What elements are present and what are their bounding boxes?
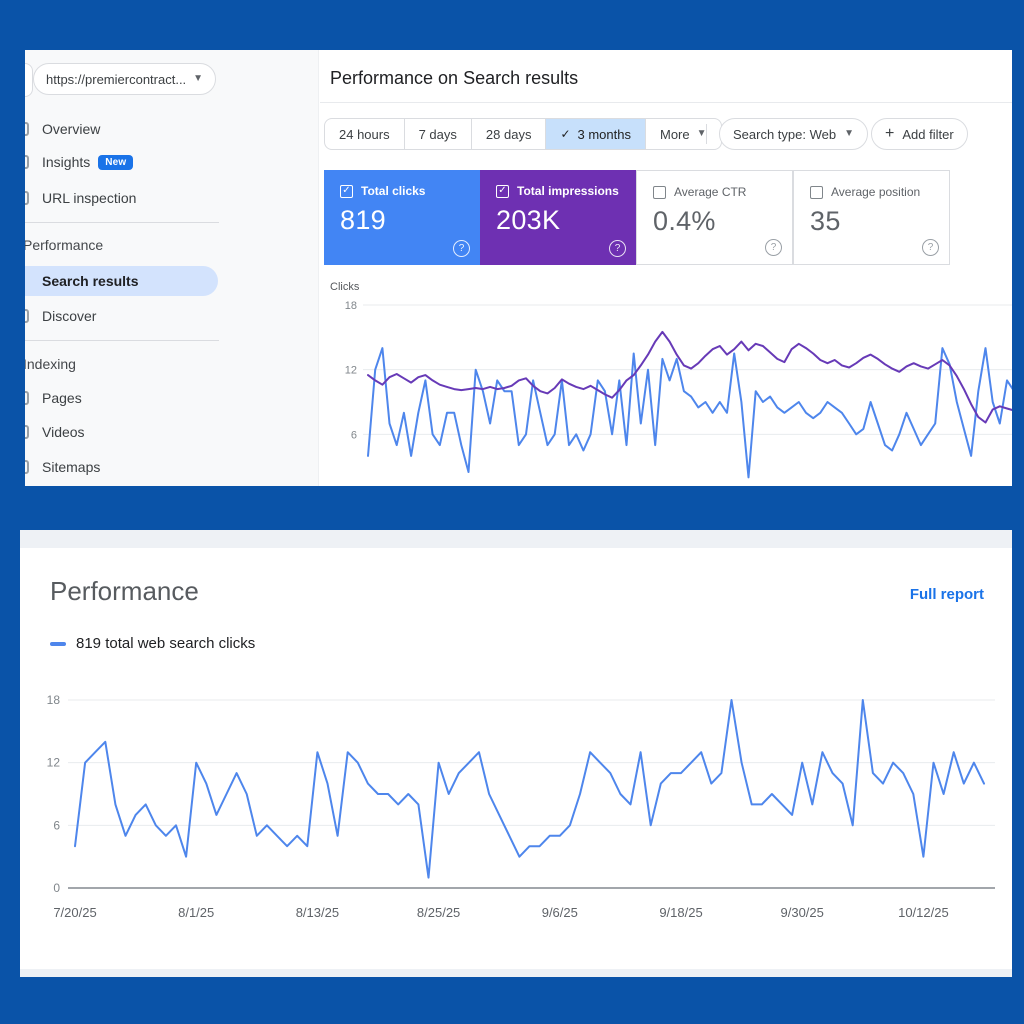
url-inspection-icon (25, 191, 29, 205)
sidebar-item-label: Insights (42, 154, 91, 170)
screenshot-collage: { "colors": { "frame_bg": "#0a53a8", "cl… (0, 0, 1024, 1024)
date-range-segmented-control: 24 hours 7 days 28 days ✓ 3 months More … (324, 118, 722, 150)
checked-checkbox[interactable]: ✓ (340, 184, 353, 198)
range-3-months-button[interactable]: ✓ 3 months (545, 119, 645, 149)
unchecked-checkbox[interactable] (810, 185, 823, 199)
svg-text:9/6/25: 9/6/25 (542, 905, 578, 920)
window-edge-strip (20, 530, 1012, 548)
chevron-down-icon: ▼ (844, 128, 854, 139)
svg-text:8/13/25: 8/13/25 (296, 905, 339, 920)
chart-legend: 819 total web search clicks (50, 635, 255, 652)
performance-summary-window: Performance Full report 819 total web se… (20, 530, 1012, 977)
sidebar-item-search-results[interactable]: Search results (25, 266, 218, 296)
sidebar-item-overview[interactable]: Overview (25, 118, 302, 140)
help-icon[interactable]: ? (765, 239, 782, 256)
sidebar-item-label: Videos (42, 424, 85, 440)
sidebar-item-discover[interactable]: Discover (25, 305, 302, 327)
svg-text:0: 0 (53, 881, 60, 895)
average-position-card[interactable]: Average position 35 ? (793, 170, 950, 265)
svg-text:9/30/25: 9/30/25 (781, 905, 824, 920)
pages-icon (25, 391, 29, 405)
range-28-days-button[interactable]: 28 days (470, 119, 546, 149)
sidebar-item-pages[interactable]: Pages (25, 387, 302, 409)
sidebar-section-indexing: Indexing (25, 356, 76, 372)
add-filter-label: Add filter (902, 126, 954, 142)
card-value: 0.4% (653, 206, 716, 236)
sidebar-item-label: Search results (42, 273, 139, 289)
filter-divider (706, 124, 707, 144)
range-7-days-button[interactable]: 7 days (403, 119, 471, 149)
sidebar-item-label: Sitemaps (42, 459, 101, 475)
sidebar-item-sitemaps[interactable]: Sitemaps (25, 456, 302, 478)
full-report-link[interactable]: Full report (910, 586, 984, 603)
sidebar-divider (25, 340, 219, 341)
card-label: Average CTR (674, 185, 747, 199)
legend-label: 819 total web search clicks (76, 635, 256, 652)
svg-text:18: 18 (47, 693, 61, 707)
main-content: Performance on Search results 24 hours 7… (319, 50, 1012, 486)
property-selector-label: https://premiercontract... (46, 71, 187, 87)
overview-icon (25, 122, 29, 136)
checked-checkbox[interactable]: ✓ (496, 184, 509, 198)
search-type-label: Search type: Web (733, 126, 837, 142)
card-label: Average position (831, 185, 921, 199)
plus-icon: + (885, 125, 895, 142)
card-value: 203K (496, 205, 561, 235)
svg-text:8/25/25: 8/25/25 (417, 905, 460, 920)
new-badge: New (98, 154, 134, 170)
more-ranges-button[interactable]: More ▼ (645, 119, 721, 149)
insights-icon (25, 155, 29, 169)
search-console-window: https://premiercontract... ▼ Overview In… (25, 50, 1012, 486)
svg-text:10/12/25: 10/12/25 (898, 905, 949, 920)
range-label: 28 days (485, 126, 532, 142)
sidebar-item-label: URL inspection (42, 190, 137, 206)
unchecked-checkbox[interactable] (653, 185, 666, 199)
sidebar-item-label: Pages (42, 390, 82, 406)
help-icon[interactable]: ? (609, 240, 626, 257)
card-value: 819 (340, 205, 386, 235)
svg-text:7/20/25: 7/20/25 (53, 905, 96, 920)
total-impressions-card[interactable]: ✓ Total impressions 203K ? (480, 170, 636, 265)
property-selector[interactable]: https://premiercontract... ▼ (33, 63, 216, 95)
sidebar-item-videos[interactable]: Videos (25, 421, 302, 443)
range-label: 3 months (577, 126, 631, 142)
legend-line-icon (50, 641, 66, 646)
search-type-button[interactable]: Search type: Web ▼ (719, 118, 868, 150)
videos-icon (25, 425, 29, 439)
svg-text:6: 6 (53, 818, 60, 832)
range-label: 7 days (418, 126, 457, 142)
window-edge-strip (20, 969, 1012, 977)
card-value: 35 (810, 206, 841, 236)
svg-text:8/1/25: 8/1/25 (178, 905, 214, 920)
sidebar-item-insights[interactable]: Insights New (25, 151, 302, 173)
range-24-hours-button[interactable]: 24 hours (325, 119, 404, 149)
range-label: 24 hours (339, 126, 390, 142)
sidebar-section-performance: Performance (25, 237, 104, 253)
sidebar-item-url-inspection[interactable]: URL inspection (25, 187, 302, 209)
chevron-down-icon: ▼ (193, 73, 203, 84)
sidebar: https://premiercontract... ▼ Overview In… (25, 50, 319, 486)
y-axis-title: Clicks (330, 281, 360, 293)
svg-text:9/18/25: 9/18/25 (659, 905, 702, 920)
sidebar-item-label: Overview (42, 121, 101, 137)
sidebar-divider (25, 222, 219, 223)
page-title: Performance on Search results (330, 68, 579, 88)
check-icon: ✓ (560, 127, 571, 141)
help-icon[interactable]: ? (453, 240, 470, 257)
clipped-search-box-fragment (25, 63, 33, 97)
sitemaps-icon (25, 460, 29, 474)
help-icon[interactable]: ? (922, 239, 939, 256)
header-divider (320, 102, 1012, 103)
card-label: Total clicks (361, 184, 426, 198)
svg-text:12: 12 (47, 756, 61, 770)
more-label: More (660, 126, 690, 142)
total-clicks-card[interactable]: ✓ Total clicks 819 ? (324, 170, 480, 265)
add-filter-button[interactable]: + Add filter (871, 118, 968, 150)
section-title: Performance (50, 576, 199, 606)
card-label: Total impressions (517, 184, 619, 198)
discover-icon (25, 309, 29, 323)
average-ctr-card[interactable]: Average CTR 0.4% ? (636, 170, 793, 265)
sidebar-item-label: Discover (42, 308, 97, 324)
